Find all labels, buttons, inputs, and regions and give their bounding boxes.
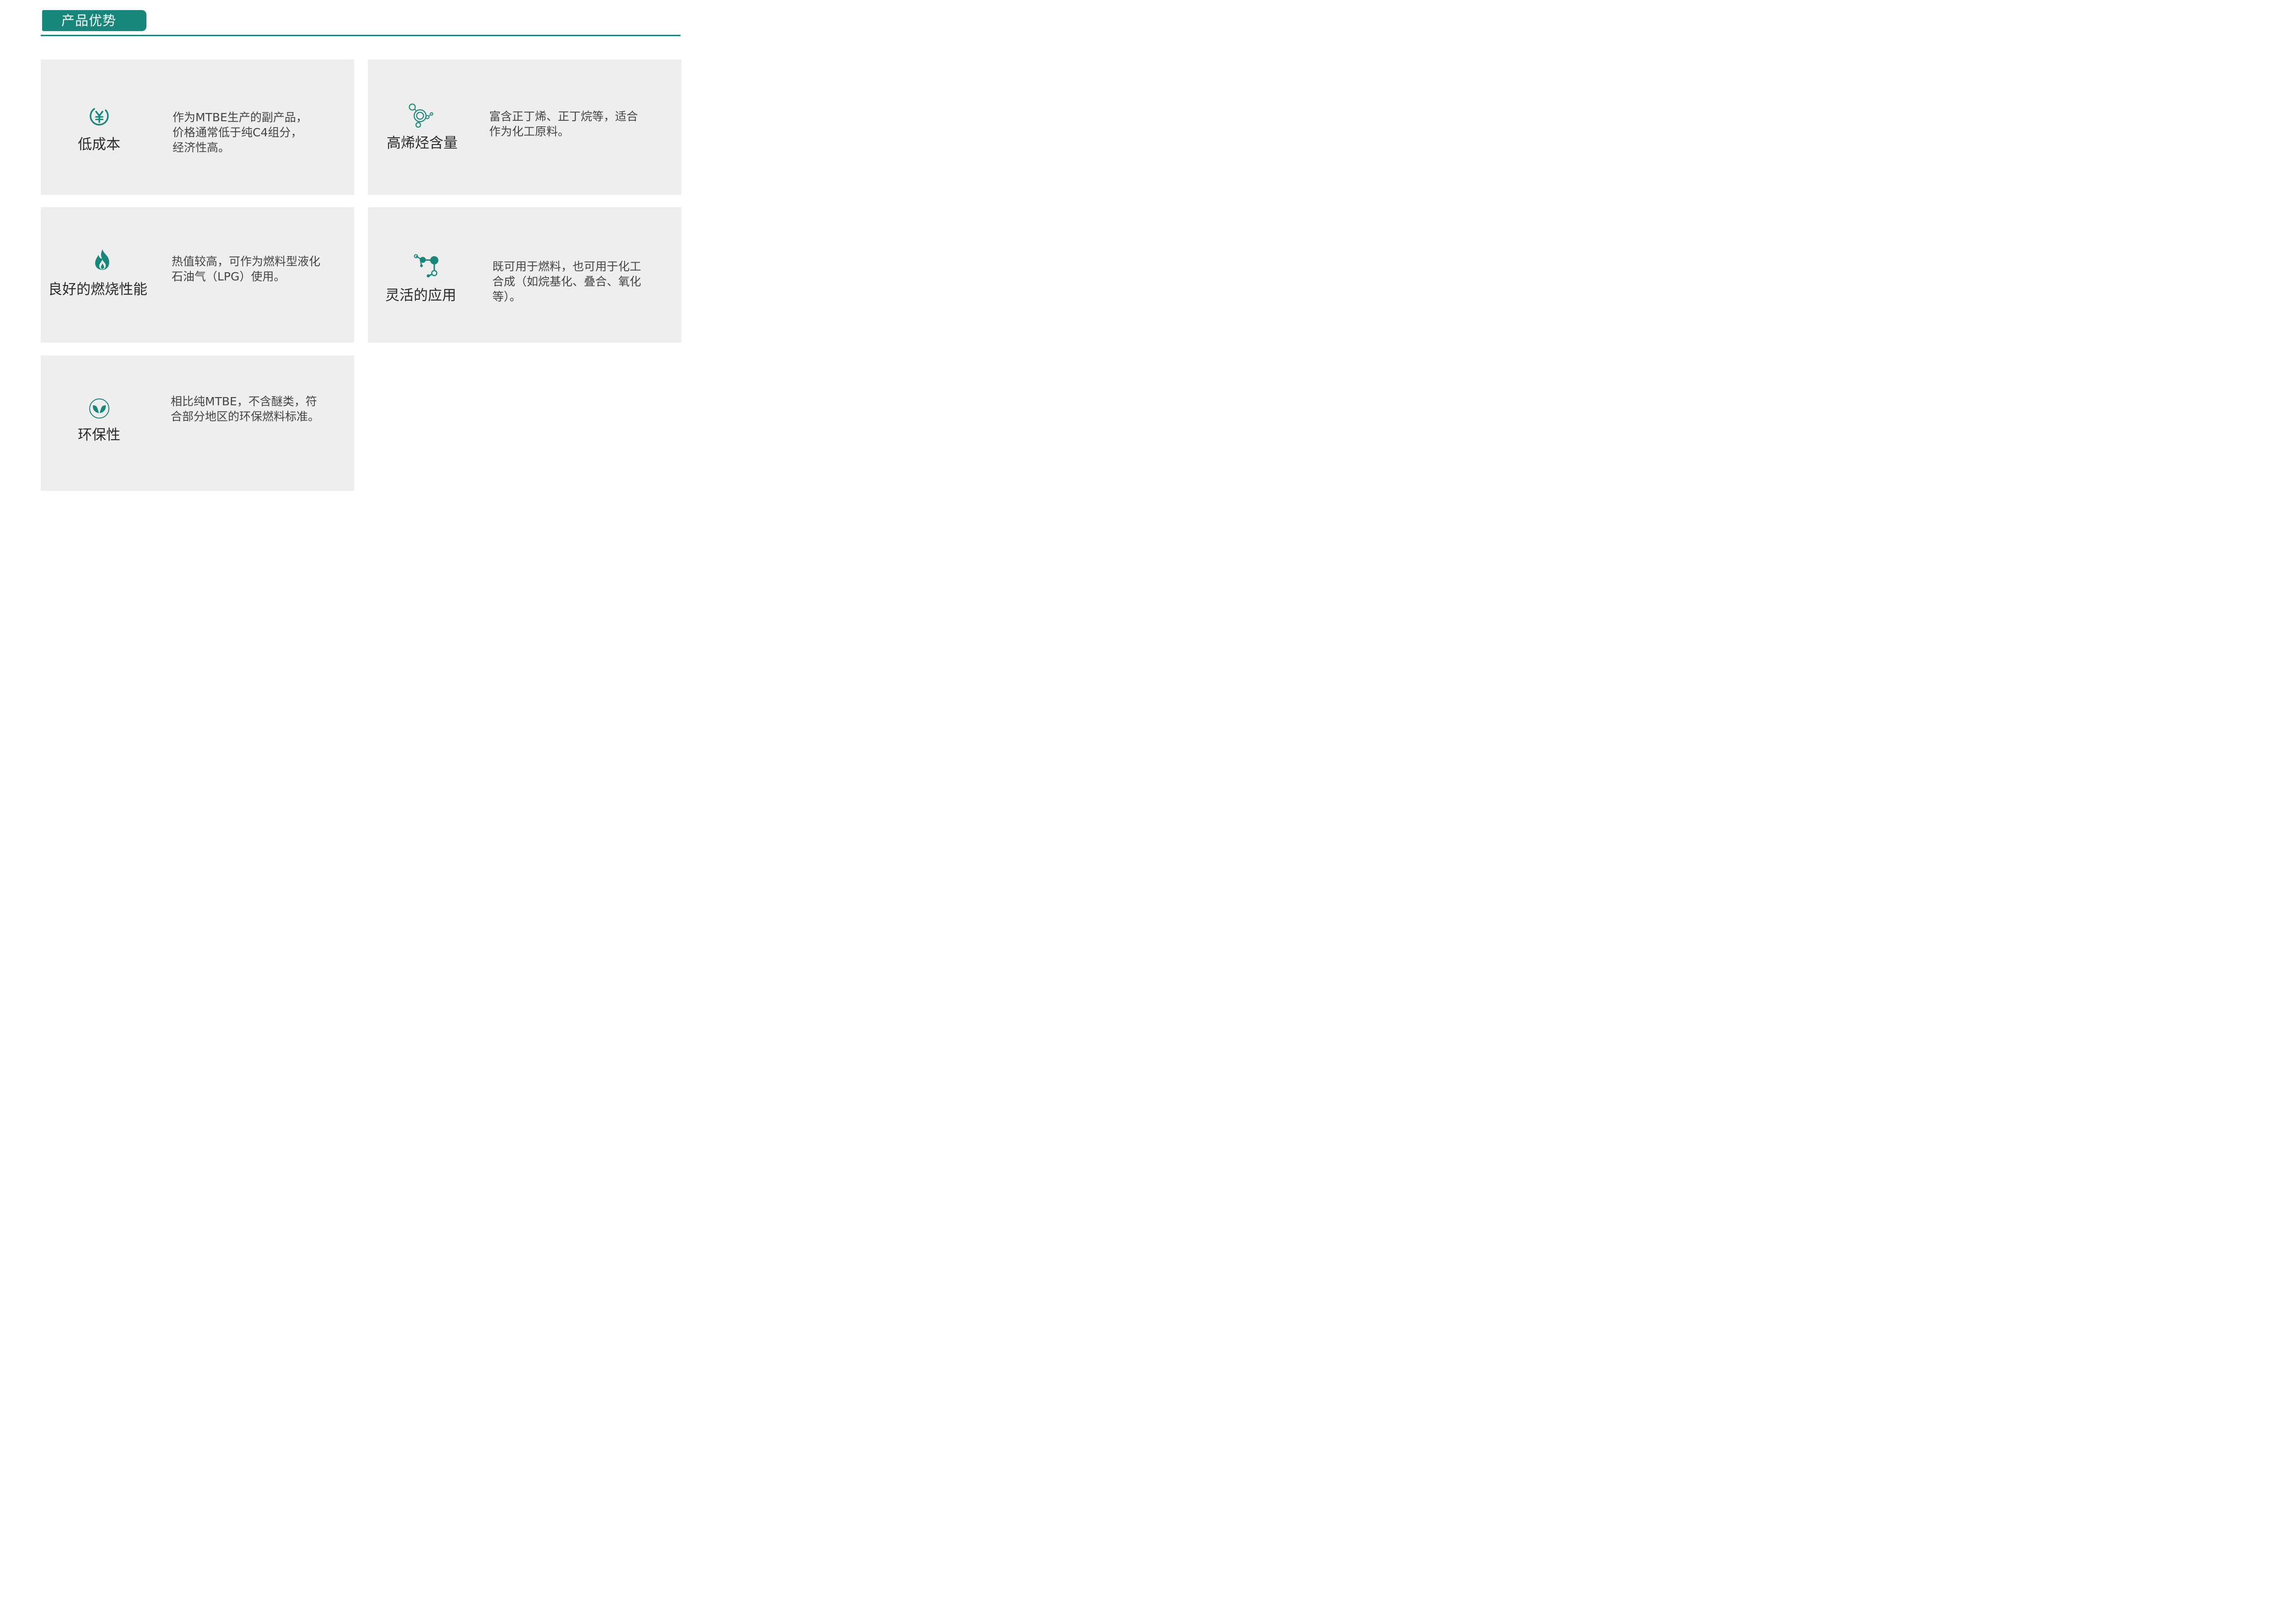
advantage-card-environmental: 环保性 相比纯MTBE，不含醚类，符 合部分地区的环保燃料标准。: [41, 355, 354, 491]
card-description-line: 经济性高。: [173, 141, 230, 154]
card-description-line: 等）。: [492, 290, 521, 303]
advantage-card-high-olefin: 高烯烃含量 富含正丁烯、正丁烷等，适合 作为化工原料。: [368, 59, 681, 195]
advantage-card-combustion: 良好的燃烧性能 热值较高，可作为燃料型液化 石油气（LPG）使用。: [41, 207, 354, 343]
card-description-line: 石油气（LPG）使用。: [172, 270, 286, 283]
card-description-line: 热值较高，可作为燃料型液化: [172, 255, 321, 268]
card-title: 低成本: [78, 136, 120, 153]
molecule-rings-icon: [409, 103, 433, 128]
section-title-tab: 产品优势: [42, 10, 146, 31]
card-description-line: 价格通常低于纯C4组分，: [173, 126, 302, 139]
card-description-line: 相比纯MTBE，不含醚类，符: [171, 395, 317, 408]
card-title: 高烯烃含量: [387, 135, 458, 151]
card-description-line: 合部分地区的环保燃料标准。: [171, 410, 320, 423]
flame-icon: [95, 249, 109, 270]
card-title: 灵活的应用: [385, 287, 456, 304]
leaf-icon: [89, 398, 109, 419]
card-description: 既可用于燃料，也可用于化工 合成（如烷基化、叠合、氧化 等）。: [492, 259, 641, 304]
section-title: 产品优势: [61, 13, 117, 28]
card-description: 作为MTBE生产的副产品， 价格通常低于纯C4组分， 经济性高。: [173, 110, 308, 155]
connected-nodes-icon: [414, 254, 438, 278]
card-title: 环保性: [78, 427, 120, 443]
card-description-line: 富含正丁烯、正丁烷等，适合: [489, 110, 638, 123]
card-description-line: 合成（如烷基化、叠合、氧化: [492, 275, 642, 288]
section-divider: [41, 35, 680, 36]
card-title: 良好的燃烧性能: [48, 281, 147, 298]
card-description: 富含正丁烯、正丁烷等，适合 作为化工原料。: [489, 109, 638, 139]
card-description-line: 作为MTBE生产的副产品，: [173, 111, 308, 124]
card-description: 相比纯MTBE，不含醚类，符 合部分地区的环保燃料标准。: [171, 394, 319, 424]
yuan-icon: [90, 108, 109, 126]
advantage-card-flexible-application: 灵活的应用 既可用于燃料，也可用于化工 合成（如烷基化、叠合、氧化 等）。: [368, 207, 681, 343]
advantage-card-low-cost: 低成本 作为MTBE生产的副产品， 价格通常低于纯C4组分， 经济性高。: [41, 59, 354, 195]
card-description: 热值较高，可作为燃料型液化 石油气（LPG）使用。: [172, 254, 320, 284]
card-description-line: 既可用于燃料，也可用于化工: [492, 260, 642, 273]
card-description-line: 作为化工原料。: [489, 125, 570, 138]
